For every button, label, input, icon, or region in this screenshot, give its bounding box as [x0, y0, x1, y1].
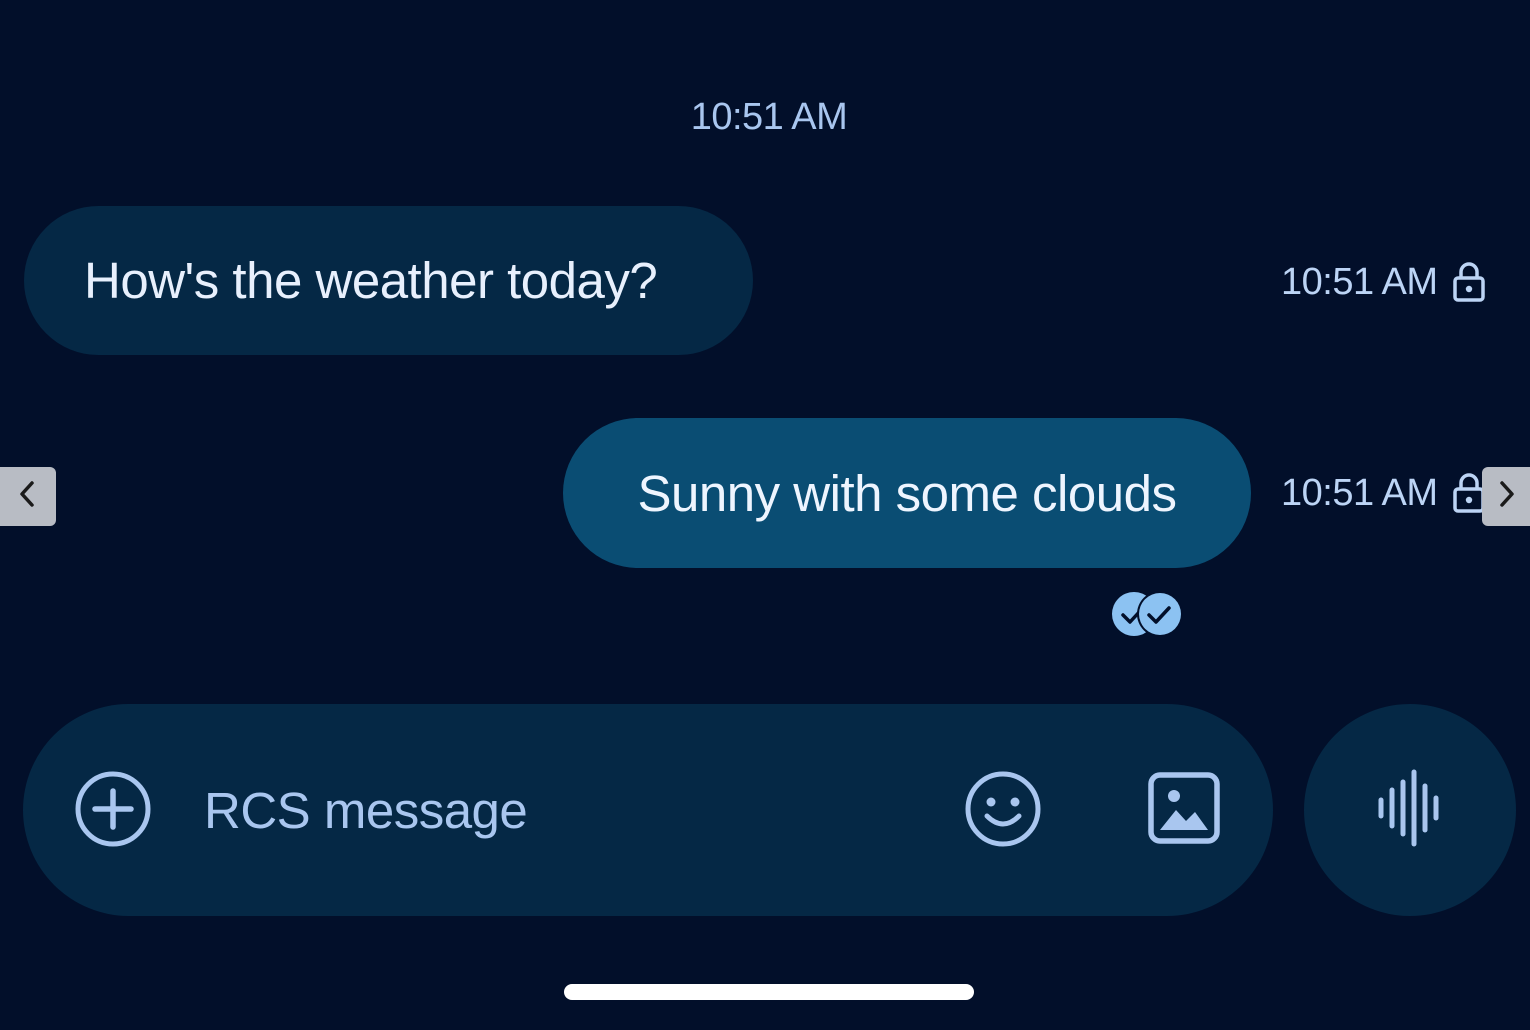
- image-icon: [1146, 770, 1222, 851]
- incoming-message-text: How's the weather today?: [84, 252, 658, 309]
- chevron-left-icon: [17, 479, 39, 514]
- emoji-icon: [963, 769, 1043, 854]
- incoming-message-meta: 10:51 AM: [1281, 258, 1486, 306]
- voice-wave-icon: [1375, 768, 1445, 853]
- emoji-button[interactable]: [963, 771, 1043, 851]
- next-button[interactable]: [1482, 467, 1530, 526]
- read-receipt-icon: [1110, 590, 1184, 638]
- outgoing-message-time: 10:51 AM: [1281, 471, 1438, 514]
- chevron-right-icon: [1495, 479, 1517, 514]
- outgoing-message-meta: 10:51 AM: [1281, 469, 1486, 517]
- outgoing-message-text: Sunny with some clouds: [637, 464, 1177, 522]
- plus-circle-icon: [74, 770, 152, 853]
- outgoing-message-bubble[interactable]: Sunny with some clouds: [563, 418, 1251, 568]
- incoming-message-time: 10:51 AM: [1281, 260, 1438, 303]
- incoming-message-bubble[interactable]: How's the weather today?: [24, 206, 753, 355]
- message-input[interactable]: [204, 778, 904, 842]
- voice-message-button[interactable]: [1304, 704, 1516, 916]
- lock-icon: [1452, 261, 1486, 303]
- lock-icon: [1452, 472, 1486, 514]
- home-indicator[interactable]: [564, 984, 974, 1000]
- add-attachment-button[interactable]: [74, 770, 152, 853]
- conversation-timestamp: 10:51 AM: [690, 96, 848, 138]
- gallery-button[interactable]: [1146, 770, 1222, 851]
- previous-button[interactable]: [0, 467, 56, 526]
